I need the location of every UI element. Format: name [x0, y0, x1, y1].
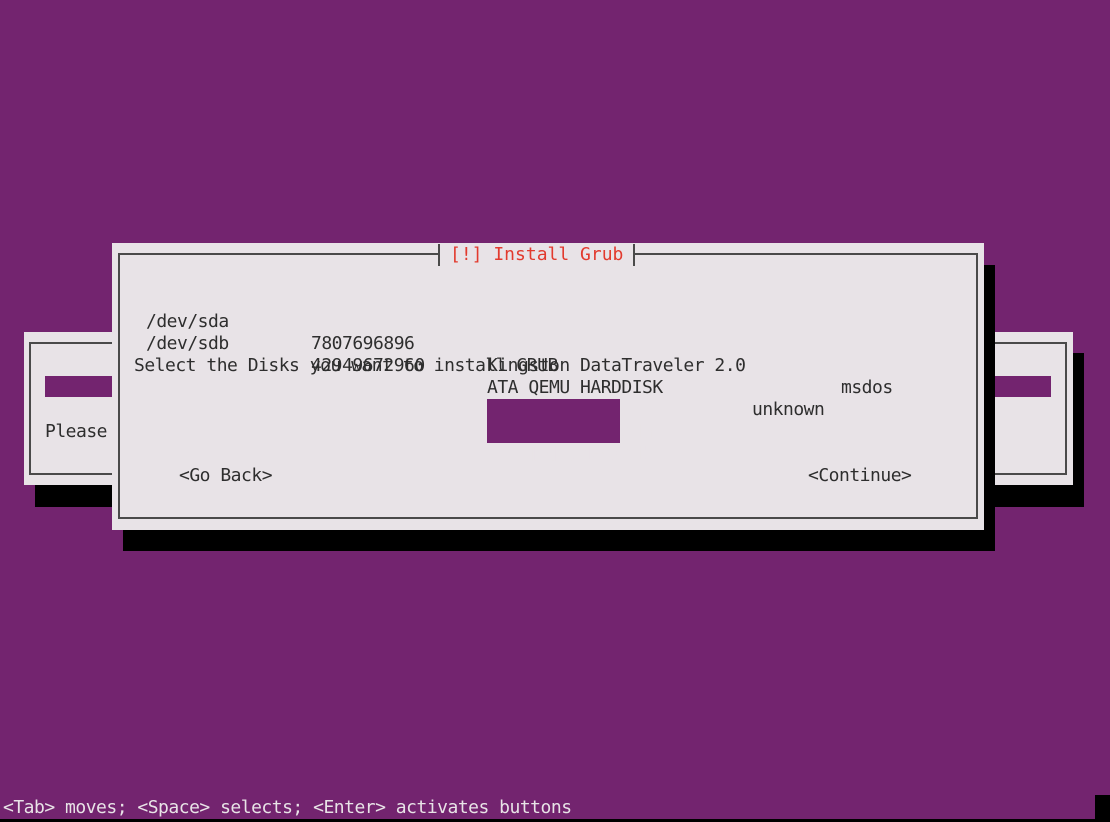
status-bar-corner-block [1095, 795, 1110, 822]
disk-device: /dev/sdb [146, 333, 229, 354]
background-dialog-prompt: Please [45, 421, 108, 442]
disk-option-sdb[interactable]: [*] /dev/sdb [487, 421, 653, 464]
option-label: /dev/sdb [569, 443, 653, 464]
disk-model: ATA QEMU HARDDISK [487, 377, 663, 398]
go-back-button[interactable]: <Go Back> [179, 465, 273, 487]
install-grub-dialog: [!] Install Grub /dev/sda 7807696896 Kin… [112, 243, 984, 530]
disk-option-sda[interactable]: [*] /dev/sda [487, 399, 653, 442]
status-bar-help: <Tab> moves; <Space> selects; <Enter> ac… [3, 797, 572, 818]
dialog-title: [!] Install Grub [438, 244, 636, 266]
disk-partition-table: unknown [752, 399, 825, 420]
checkbox-sdb[interactable]: * [539, 443, 550, 464]
dialog-question: Select the Disks you want to install GRU… [134, 355, 558, 376]
checkbox-open-bracket: [ [528, 443, 539, 464]
checkbox-close-bracket: ] [549, 443, 570, 464]
continue-button[interactable]: <Continue> [808, 465, 912, 487]
